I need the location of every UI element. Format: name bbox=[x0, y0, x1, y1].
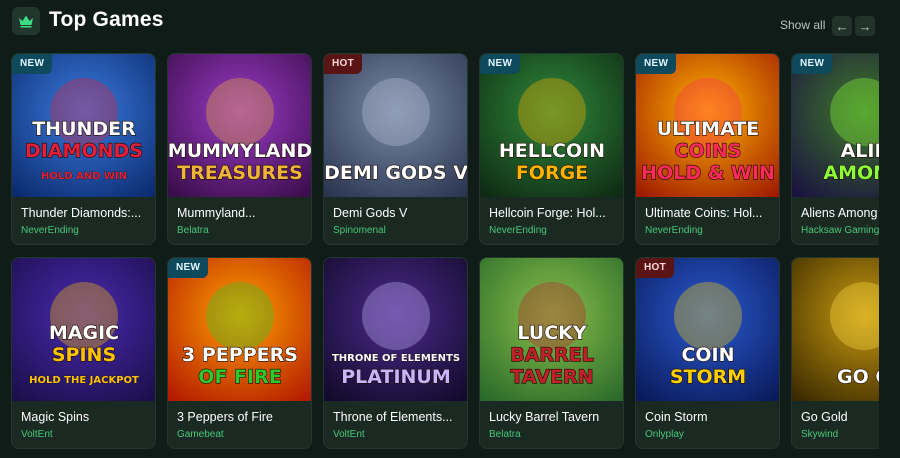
game-art-title: ULTIMATE bbox=[657, 118, 760, 140]
game-art-title: THRONE OF ELEMENTS bbox=[332, 353, 460, 364]
hot-badge: HOT bbox=[636, 258, 675, 278]
arrow-left-icon: ← bbox=[835, 18, 849, 34]
game-provider[interactable]: NeverEnding bbox=[21, 225, 153, 236]
game-thumbnail[interactable]: COIN STORM bbox=[636, 258, 779, 401]
new-badge: NEW bbox=[480, 54, 521, 74]
game-art-title: HOLD AND WIN bbox=[41, 171, 127, 182]
game-card[interactable]: ALIEAMONGNEWAliens Among UsHacksaw Gamin… bbox=[791, 53, 879, 245]
game-card[interactable]: HELLCOIN FORGE NEW Hellcoin Forge: Hol... Ne… bbox=[479, 53, 624, 245]
new-badge: NEW bbox=[168, 258, 209, 278]
game-title[interactable]: Hellcoin Forge: Hol... bbox=[489, 206, 621, 220]
game-provider[interactable]: Onlyplay bbox=[645, 429, 777, 440]
game-thumbnail[interactable]: THRONE OF ELEMENTS PLATINUM bbox=[324, 258, 467, 401]
game-art-title: SPINS bbox=[52, 344, 116, 366]
game-title[interactable]: Aliens Among Us bbox=[801, 206, 879, 220]
game-title[interactable]: 3 Peppers of Fire bbox=[177, 410, 309, 424]
game-art-title: HELLCOIN bbox=[499, 140, 605, 162]
game-card[interactable]: THRONE OF ELEMENTS PLATINUM Throne of Elem… bbox=[323, 257, 468, 449]
game-card[interactable]: GO G Go Gold Skywind bbox=[791, 257, 879, 449]
game-art-title: OF FIRE bbox=[198, 366, 281, 388]
game-thumbnail[interactable]: LUCKY BARREL TAVERN bbox=[480, 258, 623, 401]
game-provider[interactable]: Spinomenal bbox=[333, 225, 465, 236]
game-thumbnail[interactable]: HELLCOIN FORGE bbox=[480, 54, 623, 197]
show-all-link[interactable]: Show all bbox=[780, 18, 825, 32]
new-badge: NEW bbox=[12, 54, 53, 74]
game-provider[interactable]: Belatra bbox=[177, 225, 309, 236]
game-title[interactable]: Mummyland... bbox=[177, 206, 309, 220]
game-art-title: ALIE bbox=[841, 140, 879, 162]
game-art-title: TAVERN bbox=[510, 366, 593, 388]
hot-badge: HOT bbox=[324, 54, 363, 74]
game-provider[interactable]: Belatra bbox=[489, 429, 621, 440]
game-provider[interactable]: Gamebeat bbox=[177, 429, 309, 440]
arrow-right-icon: → bbox=[858, 18, 872, 34]
game-art-title: COINS bbox=[675, 140, 742, 162]
game-art-title: HOLD THE JACKPOT bbox=[29, 375, 139, 386]
game-thumbnail[interactable]: 3 PEPPERS OF FIRE bbox=[168, 258, 311, 401]
game-provider[interactable]: VoltEnt bbox=[21, 429, 153, 440]
game-thumbnail[interactable]: ULTIMATE COINS HOLD & WIN bbox=[636, 54, 779, 197]
game-art-title: 3 PEPPERS bbox=[182, 344, 298, 366]
game-art-title: TREASURES bbox=[177, 162, 303, 184]
game-title[interactable]: Magic Spins bbox=[21, 410, 153, 424]
game-card[interactable]: LUCKY BARREL TAVERN Lucky Barrel Tavern Bela… bbox=[479, 257, 624, 449]
game-thumbnail[interactable]: MUMMYLAND TREASURES bbox=[168, 54, 312, 197]
game-art-title: AMONG bbox=[823, 162, 879, 184]
game-art-title: BARREL bbox=[510, 344, 594, 366]
game-provider[interactable]: Hacksaw Gaming bbox=[801, 225, 879, 236]
game-provider[interactable]: NeverEnding bbox=[645, 225, 777, 236]
game-title[interactable]: Thunder Diamonds:... bbox=[21, 206, 153, 220]
game-provider[interactable]: VoltEnt bbox=[333, 429, 465, 440]
section-title: Top Games bbox=[49, 8, 164, 31]
game-provider[interactable]: Skywind bbox=[801, 429, 879, 440]
game-provider[interactable]: NeverEnding bbox=[489, 225, 621, 236]
section-header: Top Games Show all ← → bbox=[12, 6, 890, 38]
game-art-title: FORGE bbox=[516, 162, 588, 184]
game-title[interactable]: Demi Gods V bbox=[333, 206, 465, 220]
game-thumbnail[interactable]: MAGIC SPINS HOLD THE JACKPOT bbox=[12, 258, 155, 401]
game-art-title: GO G bbox=[837, 366, 879, 388]
game-title[interactable]: Coin Storm bbox=[645, 410, 777, 424]
game-thumbnail[interactable]: ALIEAMONG bbox=[792, 54, 879, 197]
game-art-title: STORM bbox=[670, 366, 746, 388]
game-art-title: PLATINUM bbox=[341, 366, 451, 388]
game-art-title: COIN bbox=[681, 344, 734, 366]
new-badge: NEW bbox=[636, 54, 677, 74]
game-art-title: DIAMONDS bbox=[25, 140, 143, 162]
game-art-title: THUNDER bbox=[32, 118, 136, 140]
game-card[interactable]: 3 PEPPERS OF FIRE NEW 3 Peppers of Fire Game… bbox=[167, 257, 312, 449]
game-card[interactable]: ULTIMATE COINS HOLD & WIN NEW Ultimate Coins… bbox=[635, 53, 780, 245]
game-thumbnail[interactable]: GO G bbox=[792, 258, 879, 401]
game-card[interactable]: THUNDER DIAMONDS HOLD AND WIN NEW Thunder Di… bbox=[11, 53, 156, 245]
game-title[interactable]: Lucky Barrel Tavern bbox=[489, 410, 621, 424]
game-thumbnail[interactable]: DEMI GODS V bbox=[324, 54, 468, 197]
next-button[interactable]: → bbox=[855, 16, 875, 36]
game-art-title: LUCKY bbox=[517, 322, 587, 344]
game-art-title: MAGIC bbox=[49, 322, 119, 344]
game-title[interactable]: Throne of Elements... bbox=[333, 410, 465, 424]
game-art-title: DEMI GODS V bbox=[324, 162, 468, 184]
game-card[interactable]: MAGIC SPINS HOLD THE JACKPOT Magic Spins Vol… bbox=[11, 257, 156, 449]
games-grid: THUNDER DIAMONDS HOLD AND WIN NEW Thunder Di… bbox=[11, 53, 879, 453]
game-title[interactable]: Go Gold bbox=[801, 410, 879, 424]
game-thumbnail[interactable]: THUNDER DIAMONDS HOLD AND WIN bbox=[12, 54, 155, 197]
game-card[interactable]: DEMI GODS V HOT Demi Gods V Spinomenal bbox=[323, 53, 468, 245]
game-card[interactable]: MUMMYLAND TREASURES Mummyland... Belatra bbox=[167, 53, 312, 245]
crown-icon bbox=[12, 7, 40, 35]
game-title[interactable]: Ultimate Coins: Hol... bbox=[645, 206, 777, 220]
game-card[interactable]: COIN STORM HOT Coin Storm Onlyplay bbox=[635, 257, 780, 449]
new-badge: NEW bbox=[792, 54, 833, 74]
game-art-title: HOLD & WIN bbox=[641, 162, 775, 184]
game-art-title: MUMMYLAND bbox=[168, 140, 312, 162]
prev-button[interactable]: ← bbox=[832, 16, 852, 36]
